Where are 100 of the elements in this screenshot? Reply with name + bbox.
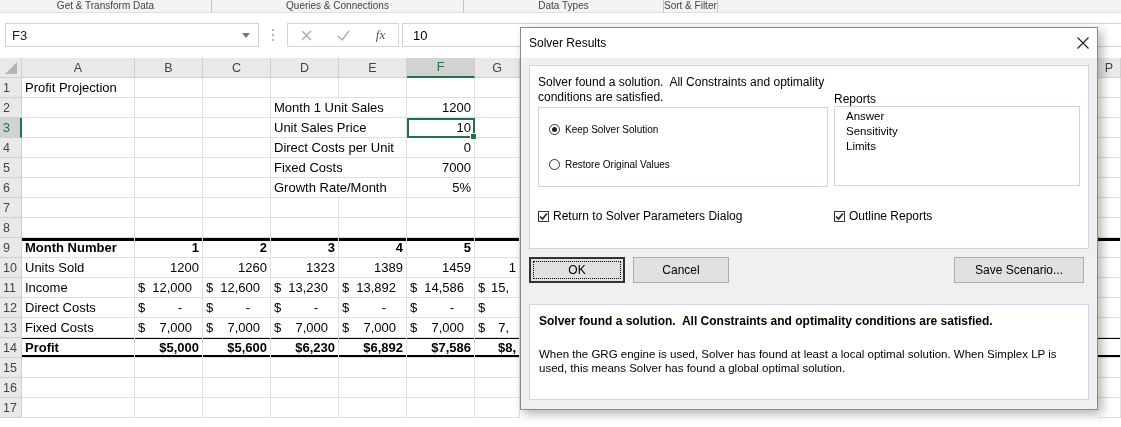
column-header[interactable]: G — [475, 58, 520, 78]
cell — [339, 398, 407, 418]
cell-value: 7, — [498, 320, 509, 335]
currency-symbol: $ — [274, 280, 282, 295]
cell-text: Month 1 Unit Sales — [274, 100, 384, 115]
cell-value: 12,600 — [220, 280, 260, 295]
status-message: Solver found a solution. All Constraints and optimality conditions are satisfied. — [538, 75, 826, 106]
cell-value: $7,586 — [431, 340, 471, 355]
currency-symbol: $ — [410, 320, 418, 335]
cell-value: - — [177, 300, 183, 315]
cell-value: - — [245, 300, 251, 315]
currency-symbol: $ — [206, 280, 214, 295]
cell — [339, 378, 407, 398]
cell-value: 2 — [259, 240, 267, 255]
cell-value: $6,892 — [363, 340, 403, 355]
column-header[interactable]: B — [135, 58, 203, 78]
cell — [271, 378, 339, 398]
cell-value: $5,000 — [159, 340, 199, 355]
column-header[interactable]: F — [407, 58, 475, 78]
row-header[interactable]: 1 — [0, 78, 22, 98]
radio-label[interactable]: Restore Original Values — [565, 159, 670, 170]
row-header[interactable]: 17 — [0, 398, 22, 418]
row-header[interactable]: 6 — [0, 178, 22, 198]
cell-value: 7,000 — [431, 320, 464, 335]
cell-value: 10 — [456, 120, 471, 135]
row-header[interactable]: 7 — [0, 198, 22, 218]
enter-check-icon[interactable] — [337, 29, 351, 41]
cell-value: 7,000 — [295, 320, 328, 335]
close-icon[interactable] — [1077, 37, 1089, 49]
row-header[interactable]: 13 — [0, 318, 22, 338]
row-header[interactable]: 16 — [0, 378, 22, 398]
currency-symbol: $ — [478, 320, 486, 335]
row-header[interactable]: 10 — [0, 258, 22, 278]
save-scenario-button[interactable]: Save Scenario... — [954, 257, 1084, 283]
currency-symbol: $ — [478, 300, 486, 315]
cell-text: Fixed Costs — [25, 320, 94, 335]
row-header[interactable]: 15 — [0, 358, 22, 378]
checkbox-label[interactable]: Return to Solver Parameters Dialog — [553, 209, 743, 223]
row-header[interactable]: 5 — [0, 158, 22, 178]
row-header[interactable]: 14 — [0, 338, 22, 358]
radio-button[interactable] — [549, 159, 560, 170]
row-header[interactable]: 12 — [0, 298, 22, 318]
cell-value: 7,000 — [227, 320, 260, 335]
currency-symbol: $ — [342, 280, 350, 295]
currency-symbol: $ — [138, 320, 146, 335]
currency-symbol: $ — [274, 320, 282, 335]
column-header[interactable]: P — [1098, 58, 1121, 78]
row-header[interactable]: 8 — [0, 218, 22, 238]
currency-symbol: $ — [138, 300, 146, 315]
report-item[interactable]: Limits — [845, 139, 878, 154]
checkbox-label[interactable]: Outline Reports — [849, 209, 933, 223]
currency-symbol: $ — [274, 300, 282, 315]
cell-value: 1389 — [374, 260, 403, 275]
reports-label: Reports — [834, 92, 878, 106]
column-header[interactable]: D — [271, 58, 339, 78]
row-header[interactable]: 3 — [0, 118, 22, 138]
cell — [407, 378, 475, 398]
currency-symbol: $ — [342, 320, 350, 335]
checkbox[interactable] — [834, 210, 845, 222]
cell — [135, 198, 203, 218]
cell — [135, 118, 203, 138]
dialog-button[interactable]: Cancel — [633, 257, 729, 283]
currency-symbol: $ — [206, 300, 214, 315]
cell — [135, 398, 203, 418]
cell — [271, 78, 339, 98]
cell-value: - — [313, 300, 319, 315]
cell — [203, 198, 271, 218]
cell-value: 1200 — [442, 100, 471, 115]
column-header[interactable]: C — [203, 58, 271, 78]
report-item[interactable]: Sensitivity — [845, 124, 899, 139]
fill-handle[interactable] — [470, 133, 477, 140]
row-header[interactable]: 9 — [0, 238, 22, 258]
cell-text: Growth Rate/Month — [274, 180, 387, 195]
radio-label[interactable]: Keep Solver Solution — [565, 124, 659, 135]
cell-value: 1260 — [238, 260, 267, 275]
report-item[interactable]: Answer — [845, 109, 886, 124]
dialog-button[interactable]: OK — [529, 257, 625, 283]
cell-value: 7,000 — [159, 320, 192, 335]
column-header[interactable]: E — [339, 58, 407, 78]
dropdown-caret-icon[interactable] — [242, 32, 250, 38]
currency-symbol: $ — [478, 280, 486, 295]
insert-function-button[interactable]: fx — [375, 27, 386, 43]
cell-value: 12,000 — [152, 280, 192, 295]
cell — [135, 98, 203, 118]
row-header[interactable]: 2 — [0, 98, 22, 118]
radio-button[interactable] — [549, 124, 560, 135]
cell-value: 1323 — [306, 260, 335, 275]
column-header[interactable]: A — [22, 58, 135, 78]
cell-value: 4 — [395, 240, 403, 255]
cell — [203, 398, 271, 418]
name-box[interactable]: F3 — [5, 23, 259, 47]
checkbox[interactable] — [538, 210, 549, 222]
cell — [203, 378, 271, 398]
row-header[interactable]: 4 — [0, 138, 22, 158]
currency-symbol: $ — [342, 300, 350, 315]
cell-value: 3 — [327, 240, 335, 255]
cell-text: Profit — [25, 340, 59, 355]
row-header[interactable]: 11 — [0, 278, 22, 298]
cell — [203, 78, 271, 98]
selected-cell[interactable]: 10 — [407, 118, 475, 138]
